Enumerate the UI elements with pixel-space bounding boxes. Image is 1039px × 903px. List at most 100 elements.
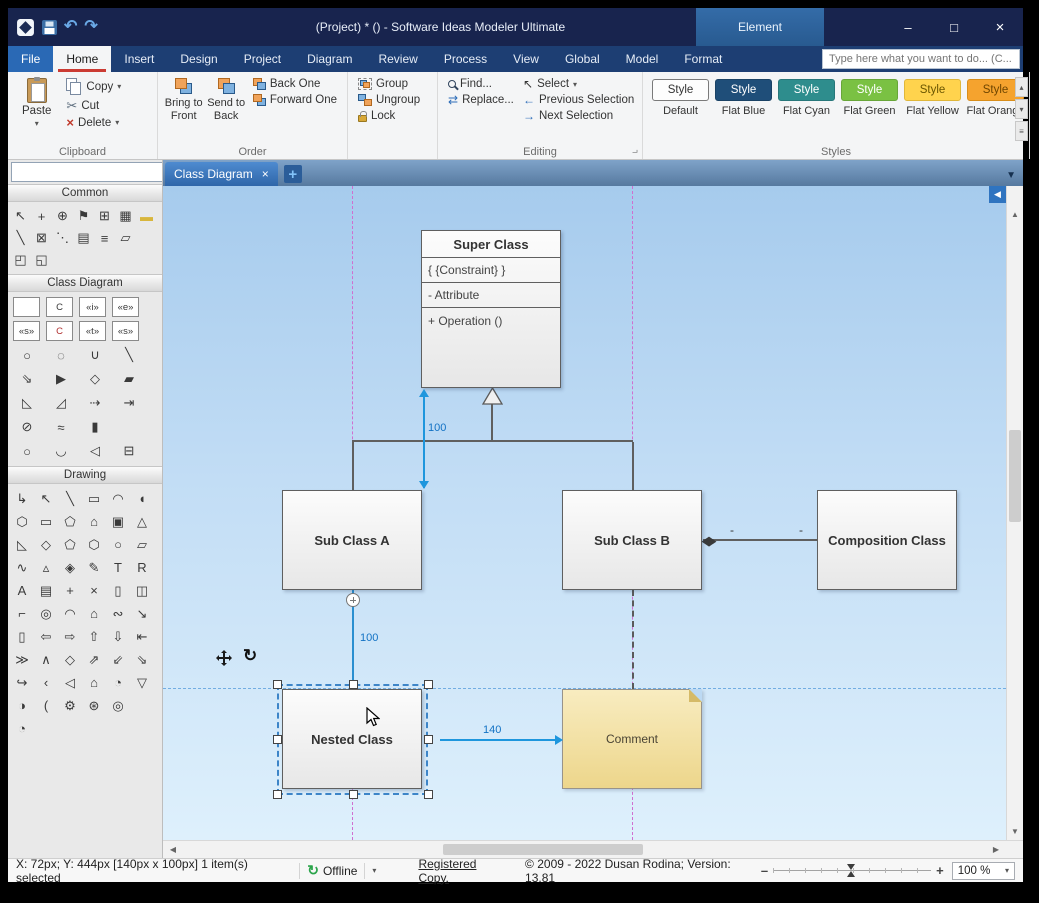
ribbon-tab[interactable]: Review	[365, 46, 430, 72]
arc2-tool[interactable]: ◠	[58, 602, 82, 625]
rotate-tool-icon[interactable]: ↻	[243, 647, 257, 664]
printer-tool[interactable]: ▤	[73, 227, 94, 249]
vertical-scroll-thumb[interactable]	[1009, 430, 1021, 522]
move-tool[interactable]: +	[31, 205, 52, 227]
block-arrow-left-tool[interactable]: ⇦	[34, 625, 58, 648]
scroll-down-icon[interactable]: ▼	[1007, 823, 1023, 839]
bring-to-front-button[interactable]: Bring to Front	[164, 75, 203, 122]
text-tool[interactable]: T	[106, 556, 130, 579]
tilde-tool[interactable]: ∾	[106, 602, 130, 625]
document-tool[interactable]: ≡	[94, 227, 115, 249]
offline-dropdown-icon[interactable]: ▾	[372, 866, 376, 875]
table-tool[interactable]: ▦	[115, 205, 136, 227]
find-button[interactable]: Find...	[444, 77, 516, 91]
directed-association-tool[interactable]: ▶	[44, 367, 78, 391]
exception-tool[interactable]: C	[46, 321, 73, 341]
image-tool[interactable]: ▤	[34, 579, 58, 602]
close-button[interactable]: ×	[977, 8, 1023, 46]
composition-connector[interactable]	[703, 539, 818, 541]
half-circle-tool[interactable]: ◖	[130, 487, 154, 510]
comment-note[interactable]: Comment	[562, 689, 702, 789]
command-search-input[interactable]	[823, 53, 1019, 65]
home-shape-tool[interactable]: ⌂	[82, 602, 106, 625]
tab-class-diagram[interactable]: Class Diagram ×	[165, 162, 278, 186]
class-composition[interactable]: Composition Class	[817, 490, 957, 590]
contextual-tab-element[interactable]: Element	[696, 8, 824, 46]
chevron-tool[interactable]: ≫	[10, 648, 34, 671]
offline-status[interactable]: Offline	[323, 864, 357, 878]
vertical-rect-tool[interactable]: ▯	[106, 579, 130, 602]
selection-handle[interactable]	[349, 680, 358, 689]
arc-tool[interactable]: ◡	[44, 439, 78, 463]
vertical-scrollbar[interactable]: ▲ ▼	[1006, 186, 1023, 840]
house2-tool[interactable]: ⌂	[82, 671, 106, 694]
ellipse-tool[interactable]: ○	[10, 343, 44, 367]
flag-tool[interactable]: ⚑	[73, 205, 94, 227]
class-c-tool[interactable]: C	[46, 297, 73, 317]
tab-close-icon[interactable]: ×	[262, 167, 269, 181]
horizontal-scrollbar[interactable]: ◀ ▶	[163, 840, 1023, 858]
cross-shape-tool[interactable]: ×	[82, 579, 106, 602]
bar-tool[interactable]: ▮	[78, 415, 112, 439]
triangle-tool[interactable]: △	[130, 510, 154, 533]
generalization-connector[interactable]	[352, 442, 354, 490]
selection-handle[interactable]	[273, 790, 282, 799]
toolbox-section-class-diagram[interactable]: Class Diagram	[8, 274, 162, 292]
interface-tool[interactable]: «i»	[79, 297, 106, 317]
zoom-slider-thumb[interactable]	[847, 864, 856, 877]
rect-section-tool[interactable]: ⊟	[112, 439, 146, 463]
ribbon-tab[interactable]: Project	[231, 46, 294, 72]
generalization-tool[interactable]: ◺	[10, 391, 44, 415]
lock-button[interactable]: Lock	[354, 109, 424, 123]
corner-arrow-tool[interactable]: ↳	[10, 487, 34, 510]
next-selection-button[interactable]: → Next Selection	[519, 109, 638, 123]
command-search-box[interactable]	[822, 49, 1020, 69]
ribbon-tab[interactable]: View	[500, 46, 552, 72]
connection-anchor[interactable]	[346, 593, 360, 607]
circle-draw-tool[interactable]: ○	[106, 533, 130, 556]
association-tool[interactable]: ⇘	[10, 367, 44, 391]
class-tool[interactable]	[13, 297, 40, 317]
cut-button[interactable]: ✂ Cut	[62, 98, 125, 113]
triangle-left-tool[interactable]: ◁	[58, 671, 82, 694]
arrow-se-tool[interactable]: ⇘	[130, 648, 154, 671]
style-swatch[interactable]: Style	[904, 79, 961, 101]
signal-tool[interactable]: «s»	[13, 321, 40, 341]
move-tool-icon[interactable]	[216, 650, 232, 666]
parallelogram-draw-tool[interactable]: ▱	[130, 533, 154, 556]
curve-tool[interactable]: ∿	[10, 556, 34, 579]
template-class-tool[interactable]: «t»	[79, 321, 106, 341]
anchored-line-tool[interactable]: ⇥	[112, 391, 146, 415]
paren-tool[interactable]: (	[34, 694, 58, 717]
angle-bracket-tool[interactable]: ‹	[34, 671, 58, 694]
delete-button[interactable]: × Delete ▾	[62, 115, 125, 130]
triangle-down-tool[interactable]: ▽	[130, 671, 154, 694]
hexagon2-tool[interactable]: ⬡	[82, 533, 106, 556]
scroll-right-icon[interactable]: ▶	[988, 841, 1004, 858]
wave-connector-tool[interactable]: ≈	[44, 415, 78, 439]
pointer-tool[interactable]: ↖	[10, 205, 31, 227]
parallelogram-tool[interactable]: ▰	[112, 367, 146, 391]
gear-tool[interactable]: ⚙	[58, 694, 82, 717]
style-tile[interactable]: Style Default	[651, 79, 710, 117]
selection-handle[interactable]	[273, 735, 282, 744]
card-tool[interactable]: ▯	[10, 625, 34, 648]
selection-handle[interactable]	[349, 790, 358, 799]
house-tool[interactable]: ⌂	[82, 510, 106, 533]
collapse-panel-icon[interactable]: ◀	[989, 186, 1006, 203]
realization-tool[interactable]: ◿	[44, 391, 78, 415]
caret-tool[interactable]: ∧	[34, 648, 58, 671]
comment-link-connector[interactable]	[632, 590, 634, 689]
line-tool[interactable]: ╲	[10, 227, 31, 249]
target-tool[interactable]: ◎	[34, 602, 58, 625]
ribbon-tab[interactable]: Insert	[111, 46, 167, 72]
new-tab-button[interactable]: +	[283, 165, 302, 183]
send-to-back-button[interactable]: Send to Back	[206, 75, 245, 122]
pencil-tool[interactable]: ✎	[82, 556, 106, 579]
registered-copy-link[interactable]: Registered Copy.	[418, 857, 509, 885]
ribbon-tab[interactable]: Design	[167, 46, 230, 72]
selection-handle[interactable]	[424, 735, 433, 744]
panel-split-tool[interactable]: ◱	[31, 249, 52, 271]
label-tool[interactable]: A	[10, 579, 34, 602]
stereotyped-class-tool[interactable]: «s»	[112, 321, 139, 341]
